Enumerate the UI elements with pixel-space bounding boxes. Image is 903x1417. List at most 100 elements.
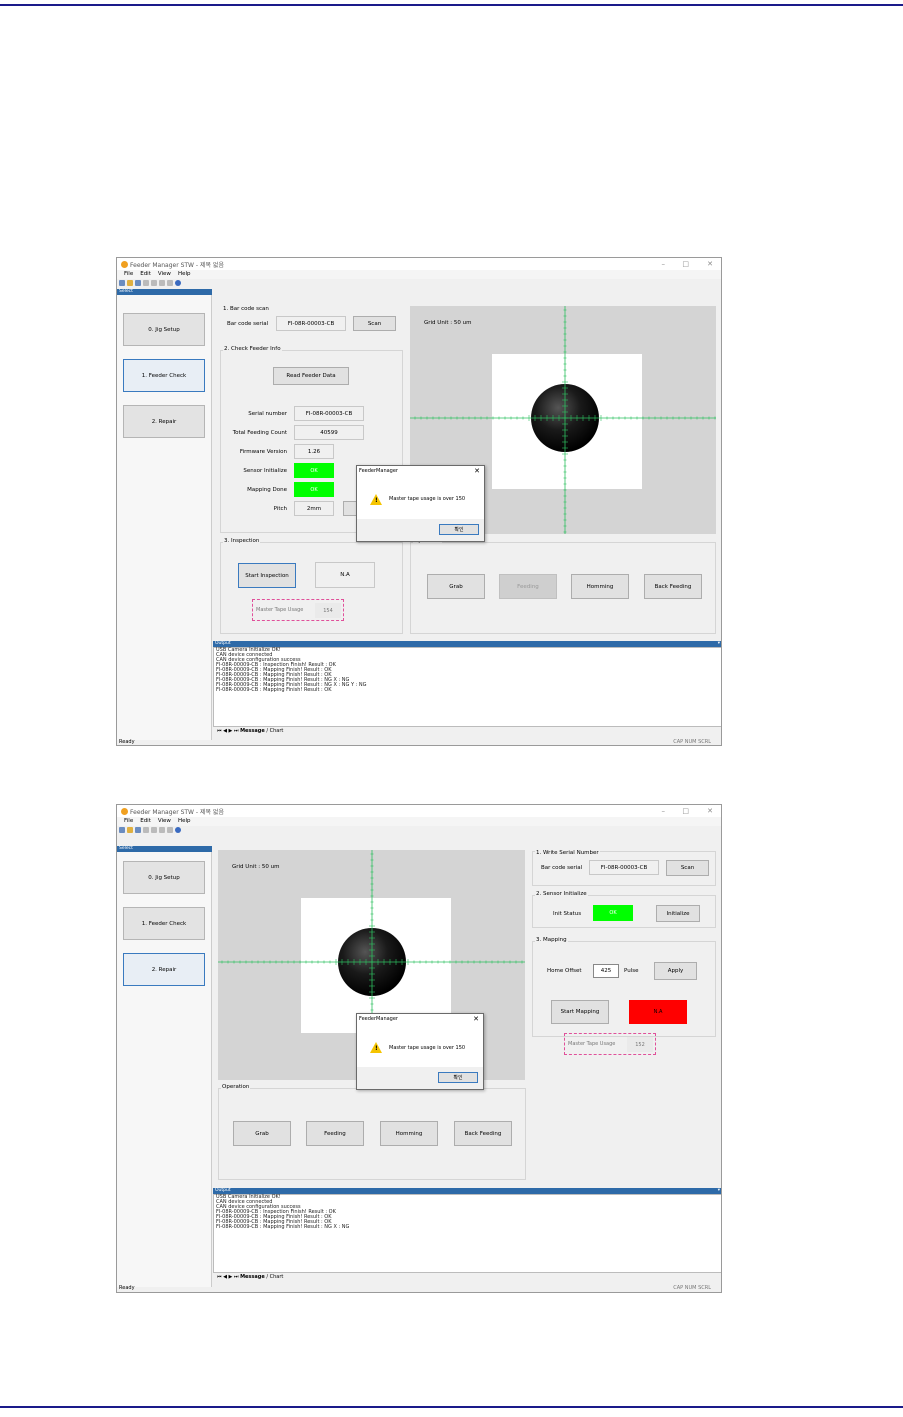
dialog-ok-button[interactable]: 확인 — [438, 1072, 478, 1083]
copy-icon[interactable] — [151, 280, 157, 286]
grab-button[interactable]: Grab — [427, 574, 485, 599]
print-icon[interactable] — [167, 280, 173, 286]
jig-setup-button[interactable]: 0. Jig Setup — [123, 313, 205, 346]
master-tape-usage-value: 154 — [315, 603, 341, 618]
output-tabs: ⏮ ◀ ▶ ⏭ Message / Chart — [217, 1274, 284, 1280]
chevron-down-icon[interactable]: ▾ — [718, 1188, 720, 1193]
maximize-icon[interactable]: □ — [682, 260, 689, 268]
dialog-message: Master tape usage is over 150 — [389, 1045, 466, 1051]
serial-number-field: FI-08R-00003-CB — [294, 406, 364, 421]
menu-view[interactable]: View — [158, 818, 171, 824]
home-offset-input[interactable]: 425 — [593, 964, 619, 978]
help-icon[interactable] — [175, 280, 181, 286]
feeder-manager-window-repair: Feeder Manager STW - 제목 없음 – □ ✕ File Edi… — [116, 804, 722, 1293]
feeding-button[interactable]: Feeding — [499, 574, 557, 599]
dialog-close-icon[interactable]: ✕ — [474, 467, 480, 475]
menu-view[interactable]: View — [158, 271, 171, 277]
paste-icon[interactable] — [159, 827, 165, 833]
jig-setup-button[interactable]: 0. Jig Setup — [123, 861, 205, 894]
start-mapping-button[interactable]: Start Mapping — [551, 1000, 609, 1024]
menu-help[interactable]: Help — [178, 271, 191, 277]
master-tape-usage-value: 152 — [627, 1037, 653, 1052]
output-panel: USB Camera Initialize OK! CAN device conn… — [213, 1194, 721, 1273]
operation-group-label: Operation — [221, 1084, 251, 1090]
repair-button[interactable]: 2. Repair — [123, 405, 205, 438]
sidebar: 0. Jig Setup 1. Feeder Check 2. Repair — [117, 295, 212, 740]
homming-button[interactable]: Homming — [380, 1121, 438, 1146]
paste-icon[interactable] — [159, 280, 165, 286]
output-title: Output — [215, 1188, 231, 1193]
tab-message[interactable]: Message — [240, 728, 265, 734]
grab-button[interactable]: Grab — [233, 1121, 291, 1146]
repair-button[interactable]: 2. Repair — [123, 953, 205, 986]
cut-icon[interactable] — [143, 280, 149, 286]
master-tape-usage: Master Tape Usage 152 — [564, 1033, 656, 1055]
dialog-message: Master tape usage is over 150 — [389, 496, 466, 502]
cut-icon[interactable] — [143, 827, 149, 833]
feeder-check-button[interactable]: 1. Feeder Check — [123, 359, 205, 392]
homming-button[interactable]: Homming — [571, 574, 629, 599]
title-bar: Feeder Manager STW - 제목 없음 – □ ✕ — [117, 805, 721, 817]
save-icon[interactable] — [135, 827, 141, 833]
pitch-field: 2mm — [294, 501, 334, 516]
mapping-done-status: OK — [294, 482, 334, 497]
tab-nav-icon[interactable]: ⏮ ◀ ▶ ⏭ — [217, 728, 240, 734]
master-tape-usage-label: Master Tape Usage — [256, 607, 304, 613]
start-inspection-button[interactable]: Start Inspection — [238, 563, 296, 588]
mapping-group-label: 3. Mapping — [535, 937, 568, 943]
new-icon[interactable] — [119, 827, 125, 833]
help-icon[interactable] — [175, 827, 181, 833]
window-title: Feeder Manager STW - 제목 없음 — [130, 262, 224, 269]
dialog-title: FeederManager — [359, 1016, 398, 1022]
chevron-down-icon[interactable]: ▾ — [718, 641, 720, 646]
app-icon — [121, 261, 128, 268]
scan-button[interactable]: Scan — [353, 316, 396, 331]
tab-message[interactable]: Message — [240, 1274, 265, 1280]
read-feeder-data-button[interactable]: Read Feeder Data — [273, 367, 349, 385]
scan-button[interactable]: Scan — [666, 860, 709, 876]
back-feeding-button[interactable]: Back Feeding — [454, 1121, 512, 1146]
feeder-check-button[interactable]: 1. Feeder Check — [123, 907, 205, 940]
feeding-button[interactable]: Feeding — [306, 1121, 364, 1146]
initialize-button[interactable]: Initialize — [656, 905, 700, 922]
barcode-label: Bar code serial — [227, 321, 269, 327]
top-rule — [0, 4, 903, 6]
master-tape-usage: Master Tape Usage 154 — [252, 599, 344, 621]
mapping-result: N.A — [629, 1000, 687, 1024]
window-title: Feeder Manager STW - 제목 없음 — [130, 809, 224, 816]
tab-nav-icon[interactable]: ⏮ ◀ ▶ ⏭ — [217, 1274, 240, 1280]
tab-chart[interactable]: Chart — [270, 728, 284, 734]
feeder-info-group-label: 2. Check Feeder Info — [223, 346, 282, 352]
close-icon[interactable]: ✕ — [707, 260, 713, 268]
inspection-group-label: 3. Inspection — [223, 538, 261, 544]
pitch-label: Pitch — [273, 506, 287, 512]
close-icon[interactable]: ✕ — [707, 807, 713, 815]
tab-chart[interactable]: Chart — [270, 1274, 284, 1280]
save-icon[interactable] — [135, 280, 141, 286]
output-lines: USB Camera Initialize OK! CAN device conn… — [214, 1195, 721, 1230]
status-ready: Ready — [119, 1285, 135, 1291]
dialog-close-icon[interactable]: ✕ — [473, 1015, 479, 1023]
manual-page: Feeder Manager STW - 제목 없음 – □ ✕ File Edi… — [0, 0, 903, 1417]
dialog-ok-button[interactable]: 확인 — [439, 524, 479, 535]
copy-icon[interactable] — [151, 827, 157, 833]
open-icon[interactable] — [127, 280, 133, 286]
apply-button[interactable]: Apply — [654, 962, 697, 980]
menu-edit[interactable]: Edit — [140, 271, 151, 277]
barcode-field[interactable]: FI-08R-00003-CB — [589, 860, 659, 875]
new-icon[interactable] — [119, 280, 125, 286]
barcode-field[interactable]: FI-08R-00003-CB — [276, 316, 346, 331]
menu-help[interactable]: Help — [178, 818, 191, 824]
menu-edit[interactable]: Edit — [140, 818, 151, 824]
toolbar — [117, 279, 721, 288]
back-feeding-button[interactable]: Back Feeding — [644, 574, 702, 599]
open-icon[interactable] — [127, 827, 133, 833]
menu-file[interactable]: File — [124, 271, 133, 277]
print-icon[interactable] — [167, 827, 173, 833]
menu-file[interactable]: File — [124, 818, 133, 824]
init-status-label: Init Status — [553, 911, 582, 917]
minimize-icon[interactable]: – — [662, 260, 666, 268]
minimize-icon[interactable]: – — [662, 807, 666, 815]
maximize-icon[interactable]: □ — [682, 807, 689, 815]
sensor-init-label: Sensor Initialize — [243, 468, 287, 474]
